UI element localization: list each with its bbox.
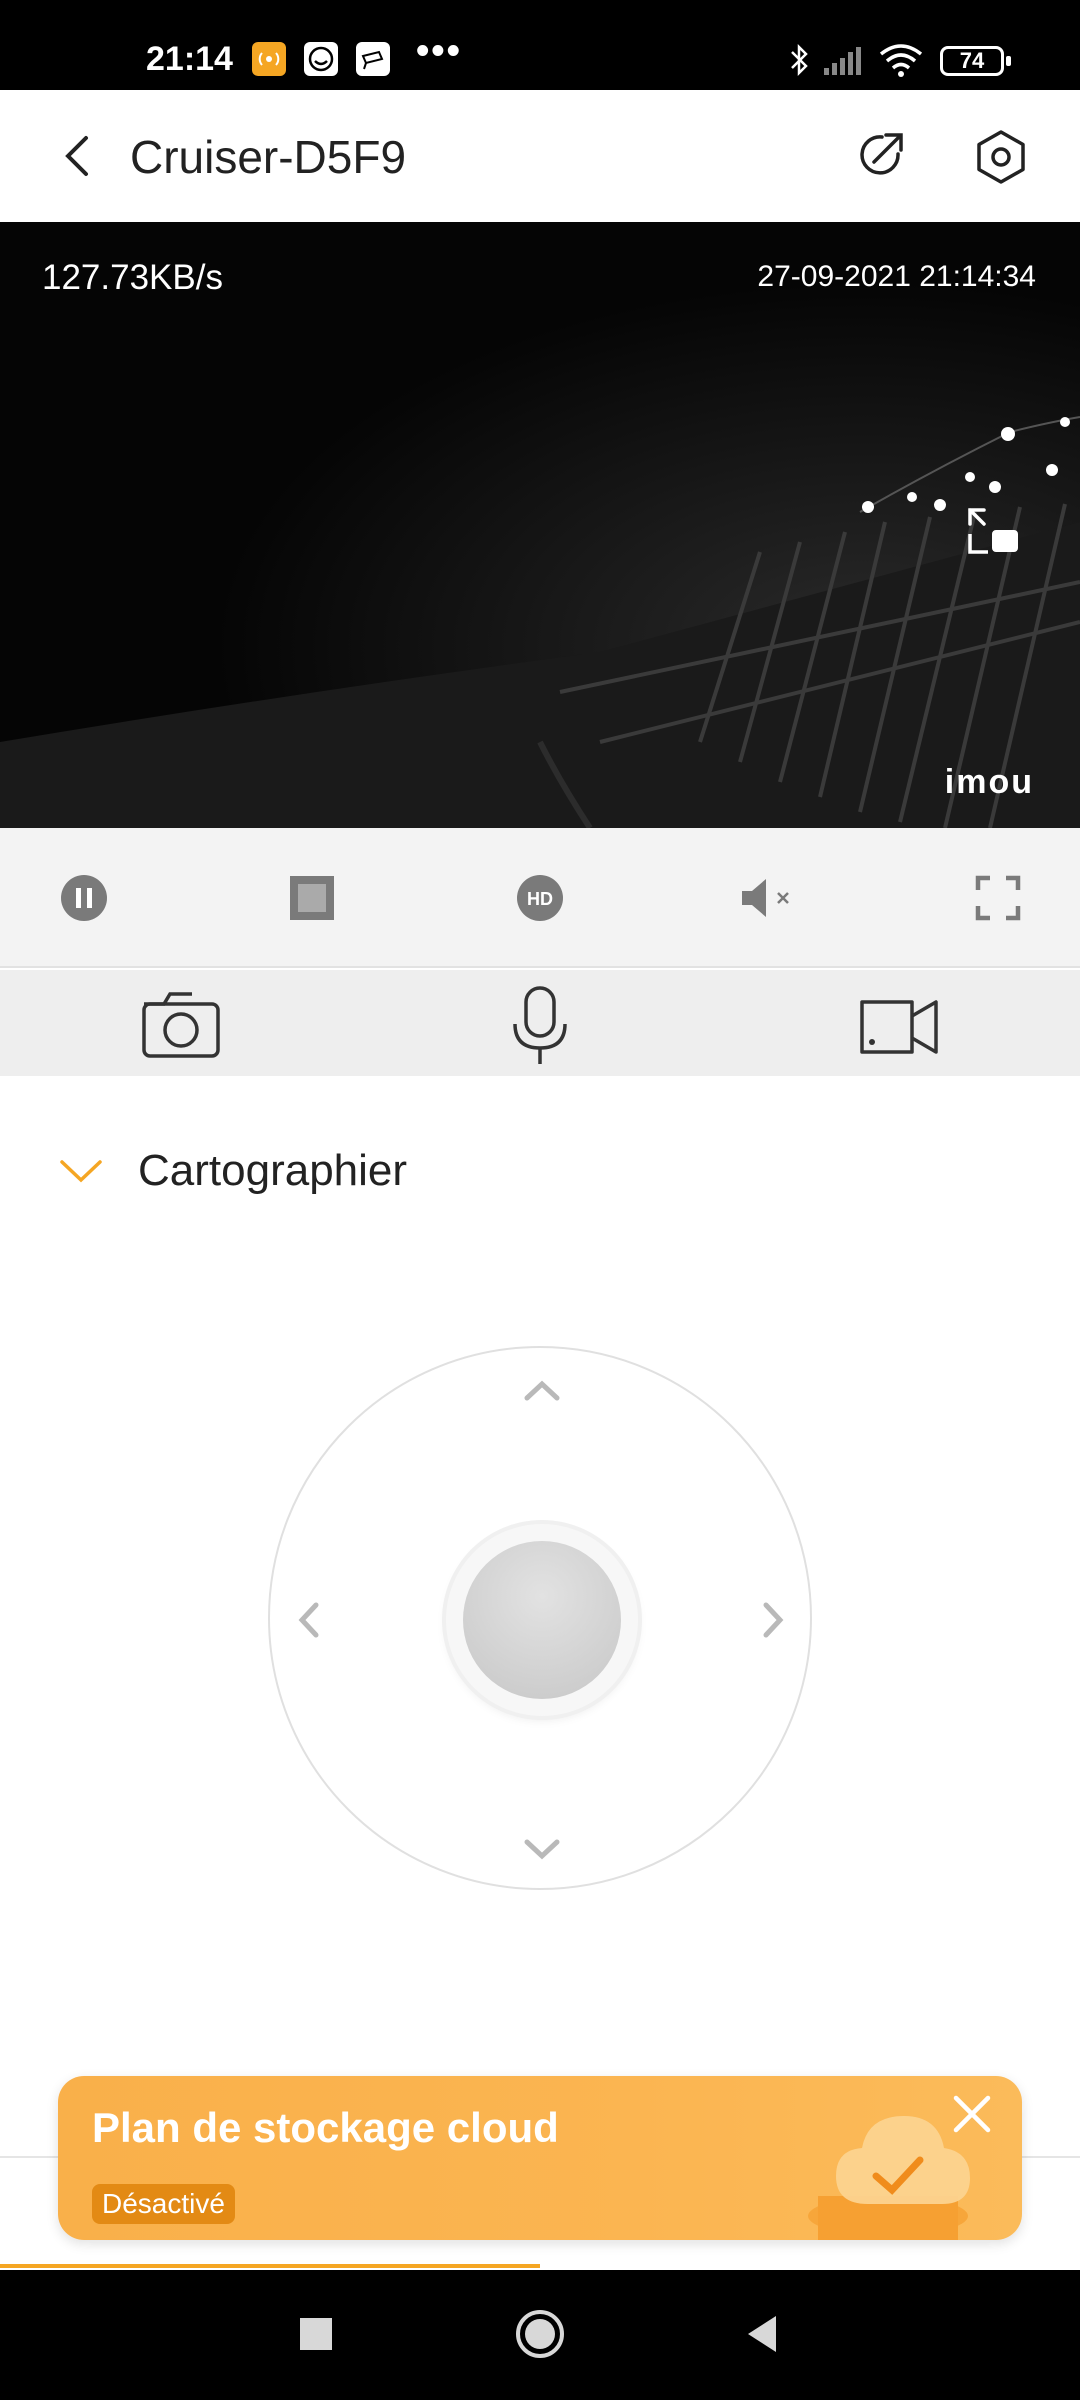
fullscreen-icon[interactable] [970, 870, 1026, 926]
bitrate-label: 127.73KB/s [42, 258, 223, 297]
close-icon[interactable] [948, 2090, 996, 2138]
record-video-icon[interactable] [856, 982, 942, 1068]
ptz-joystick[interactable] [268, 1346, 812, 1890]
action-bar [0, 970, 1080, 1076]
camera-video-feed[interactable]: 127.73KB/s 27-09-2021 21:14:34 imou [0, 222, 1080, 828]
more-notifications: ••• [416, 30, 462, 72]
picture-in-picture-icon[interactable] [962, 500, 1024, 562]
wifi-icon [878, 42, 924, 78]
share-icon[interactable] [852, 126, 910, 184]
snapshot-icon[interactable] [138, 982, 224, 1068]
microphone-icon[interactable] [497, 982, 583, 1068]
section-title[interactable]: Cartographier [138, 1146, 407, 1196]
hd-icon[interactable]: HD [512, 870, 568, 926]
hotspot-icon [252, 42, 286, 76]
system-navigation-bar [0, 2270, 1080, 2400]
battery-indicator: 74 [940, 46, 1011, 76]
page-title: Cruiser-D5F9 [130, 131, 407, 183]
chevron-down-icon[interactable] [58, 1156, 104, 1186]
back-nav-icon[interactable] [734, 2306, 790, 2362]
camera-app-icon [356, 42, 390, 76]
status-time: 21:14 [146, 40, 233, 78]
night-scene-image [0, 222, 1080, 828]
bluetooth-icon [786, 42, 812, 78]
pan-left-icon[interactable] [284, 1595, 334, 1645]
video-timestamp: 27-09-2021 21:14:34 [757, 260, 1036, 293]
mute-icon[interactable] [740, 870, 810, 926]
brand-watermark: imou [944, 763, 1034, 801]
status-bar: 21:14 ••• 74 [0, 0, 1080, 90]
pan-right-icon[interactable] [748, 1595, 798, 1645]
joystick-ring [446, 1524, 638, 1716]
signal-icon [822, 46, 864, 76]
svg-text:HD: HD [527, 889, 553, 909]
banner-title: Plan de stockage cloud [92, 2104, 559, 2151]
active-tab-indicator [0, 2264, 540, 2268]
settings-icon[interactable] [970, 126, 1032, 188]
back-icon[interactable] [52, 126, 112, 186]
pause-icon[interactable] [56, 870, 112, 926]
joystick-knob[interactable] [463, 1541, 621, 1699]
smiley-app-icon [304, 42, 338, 76]
status-badge: Désactivé [92, 2184, 235, 2224]
pan-down-icon[interactable] [517, 1824, 567, 1874]
stop-icon[interactable] [284, 870, 340, 926]
home-icon[interactable] [512, 2306, 568, 2362]
pan-up-icon[interactable] [517, 1366, 567, 1416]
cloud-storage-banner[interactable]: Plan de stockage cloud Désactivé [58, 2076, 1022, 2240]
recent-apps-icon[interactable] [288, 2306, 344, 2362]
playback-control-bar: HD [0, 828, 1080, 968]
app-header: Cruiser-D5F9 [0, 90, 1080, 222]
